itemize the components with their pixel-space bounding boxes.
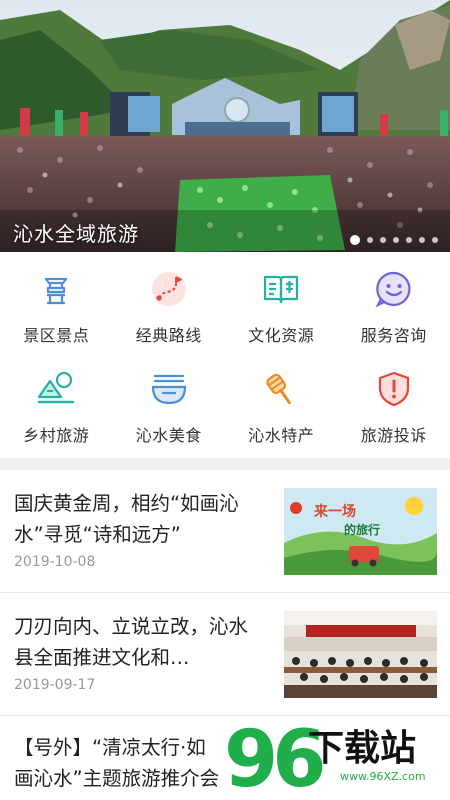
category-scenic-spots[interactable]: 景区景点: [0, 252, 113, 352]
section-divider: [0, 458, 450, 470]
route-map-icon: [149, 269, 189, 309]
news-date: 2019-09-17: [14, 677, 96, 693]
smiley-chat-icon: [374, 269, 414, 309]
site-watermark-logo: 96 下载站 www.96XZ.com: [222, 715, 450, 800]
banner-caption: 沁水全域旅游: [13, 222, 139, 246]
category-classic-routes[interactable]: 经典路线: [113, 252, 226, 352]
shield-alert-icon: [374, 369, 414, 409]
scenic-spot-icon: [36, 269, 76, 309]
food-bowl-icon: [149, 369, 189, 409]
category-label: 经典路线: [135, 326, 202, 345]
watermark-brand: 下载站: [308, 728, 416, 769]
carousel-dot[interactable]: [380, 237, 386, 243]
news-thumbnail: [284, 611, 437, 698]
news-item[interactable]: 国庆黄金周，相约“如画沁水”寻觅“诗和远方” 2019-10-08 来一场 的旅…: [0, 470, 450, 593]
carousel-indicator[interactable]: [350, 235, 438, 245]
open-book-icon: [261, 269, 301, 309]
carousel-dot[interactable]: [406, 237, 412, 243]
category-label: 沁水美食: [135, 426, 202, 445]
category-service-consult[interactable]: 服务咨询: [338, 252, 450, 352]
news-title: 【号外】“清凉太行·如画沁水”主题旅游推介会: [14, 736, 220, 790]
category-label: 文化资源: [248, 326, 315, 345]
banner-image: [0, 0, 450, 252]
category-grid: 景区景点 经典路线 文化资源 服务咨询 乡村旅游 沁水美食 沁水特产 旅游投诉: [0, 252, 450, 458]
category-label: 乡村旅游: [23, 426, 90, 445]
category-rural-tourism[interactable]: 乡村旅游: [0, 352, 113, 458]
category-tourism-complaint[interactable]: 旅游投诉: [338, 352, 450, 458]
watermark-url: www.96XZ.com: [340, 770, 426, 783]
carousel-dot[interactable]: [419, 237, 425, 243]
category-local-specialties[interactable]: 沁水特产: [225, 352, 338, 458]
news-date: 2019-10-08: [14, 554, 96, 570]
carousel-dot[interactable]: [350, 235, 360, 245]
news-item[interactable]: 刀刃向内、立说立改，沁水县全面推进文化和… 2019-09-17: [0, 593, 450, 716]
carousel-dot[interactable]: [367, 237, 373, 243]
carousel-dot[interactable]: [432, 237, 438, 243]
hero-banner[interactable]: 沁水全域旅游: [0, 0, 450, 252]
category-local-food[interactable]: 沁水美食: [113, 352, 226, 458]
category-label: 服务咨询: [360, 326, 427, 345]
svg-text:来一场: 来一场: [313, 504, 356, 520]
category-label: 沁水特产: [248, 426, 315, 445]
honey-dipper-icon: [261, 369, 301, 409]
news-title: 国庆黄金周，相约“如画沁水”寻觅“诗和远方”: [14, 492, 239, 546]
carousel-dot[interactable]: [393, 237, 399, 243]
village-hills-icon: [36, 369, 76, 409]
category-label: 旅游投诉: [360, 426, 427, 445]
category-cultural-resources[interactable]: 文化资源: [225, 252, 338, 352]
news-thumbnail: 来一场 的旅行: [284, 488, 437, 575]
news-title: 刀刃向内、立说立改，沁水县全面推进文化和…: [14, 615, 249, 669]
svg-text:的旅行: 的旅行: [344, 522, 380, 537]
category-label: 景区景点: [23, 326, 90, 345]
